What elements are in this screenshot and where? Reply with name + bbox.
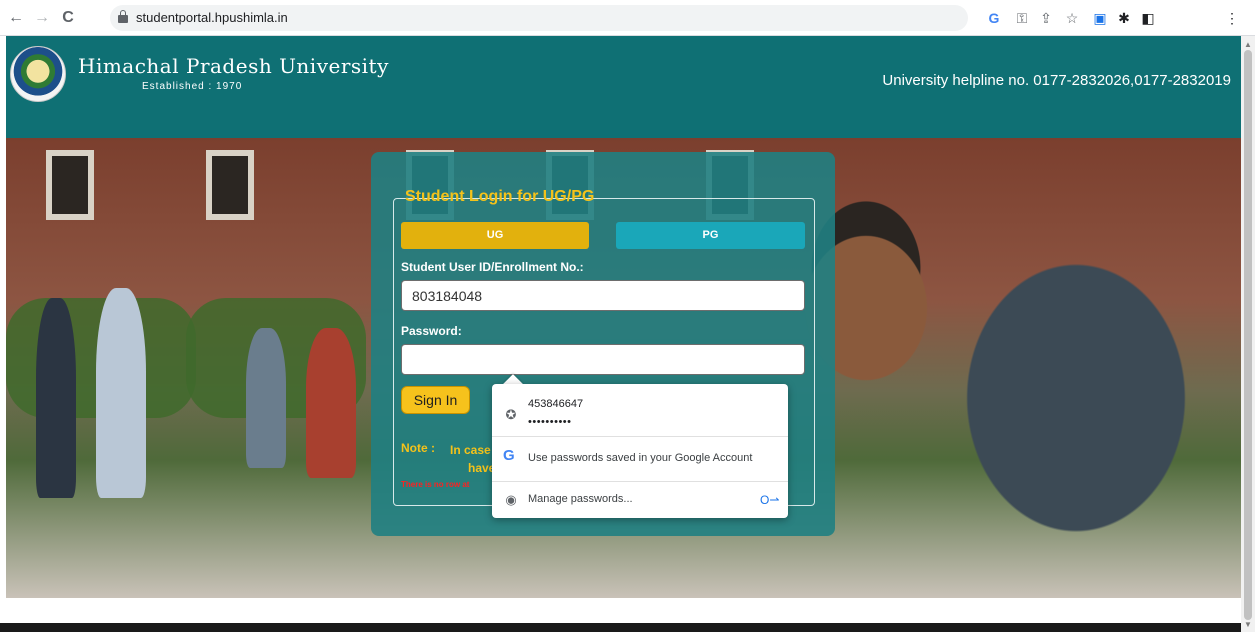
forward-button[interactable]: → [32, 8, 52, 28]
note-line-2: have g [468, 461, 494, 475]
login-legend: Student Login for UG/PG [405, 188, 595, 205]
university-logo-icon [10, 46, 66, 102]
tab-ug[interactable]: UG [401, 222, 589, 249]
reload-button[interactable]: C [58, 8, 78, 28]
note-label: Note : [401, 441, 435, 455]
google-icon: G [503, 447, 515, 464]
chrome-icon: ◉ [505, 492, 517, 507]
globe-icon: ✪ [505, 407, 517, 422]
manage-passwords-row[interactable]: ◉ Manage passwords... O⇀ [492, 482, 788, 518]
address-bar[interactable]: studentportal.hpushimla.in [110, 5, 968, 31]
manage-passwords-option: Manage passwords... [528, 493, 633, 505]
password-key-icon: O⇀ [760, 493, 780, 507]
key-icon[interactable]: ⚿ [1012, 8, 1032, 28]
error-message: There is no row at [401, 480, 470, 489]
star-icon[interactable]: ☆ [1062, 8, 1082, 28]
puzzle-icon[interactable]: ✱ [1114, 8, 1134, 28]
share-icon[interactable]: ⇪ [1036, 8, 1056, 28]
google-lens-icon[interactable]: G [984, 8, 1004, 28]
userid-label: Student User ID/Enrollment No.: [401, 260, 584, 274]
helpline-number: University helpline no. 0177-2832026,017… [882, 72, 1231, 89]
note-text: In case have g [450, 441, 494, 477]
password-autofill-popup: ✪ 453846647 •••••••••• G Use passwords s… [492, 384, 788, 518]
back-button[interactable]: ← [6, 8, 26, 28]
tab-pg[interactable]: PG [616, 222, 805, 249]
scroll-up-icon[interactable]: ▲ [1244, 40, 1252, 49]
extension-icon[interactable]: ▣ [1090, 8, 1110, 28]
page-scrollbar[interactable]: ▲ ▼ [1241, 36, 1255, 632]
menu-icon[interactable]: ⋮ [1222, 8, 1242, 28]
google-passwords-row[interactable]: G Use passwords saved in your Google Acc… [492, 436, 788, 480]
saved-username: 453846647 [528, 398, 584, 410]
password-label: Password: [401, 324, 462, 338]
site-header: Himachal Pradesh University Established … [6, 36, 1241, 138]
userid-input[interactable]: 803184048 [401, 280, 805, 311]
password-input[interactable] [401, 344, 805, 375]
browser-toolbar: ← → C studentportal.hpushimla.in G ⚿ ⇪ ☆… [0, 0, 1255, 36]
scroll-down-icon[interactable]: ▼ [1244, 620, 1252, 629]
sign-in-button[interactable]: Sign In [401, 386, 470, 414]
google-passwords-option: Use passwords saved in your Google Accou… [528, 452, 753, 464]
page-footer [0, 623, 1241, 632]
sidebar-icon[interactable]: ◧ [1138, 8, 1158, 28]
established-year: Established : 1970 [142, 81, 243, 92]
address-url: studentportal.hpushimla.in [136, 10, 288, 25]
saved-password-mask: •••••••••• [528, 416, 572, 428]
university-name: Himachal Pradesh University [78, 54, 389, 78]
scroll-thumb[interactable] [1244, 50, 1252, 620]
saved-credential-row[interactable]: ✪ 453846647 •••••••••• [492, 384, 788, 434]
note-line-1: In case [450, 443, 491, 457]
lock-icon [118, 10, 128, 23]
